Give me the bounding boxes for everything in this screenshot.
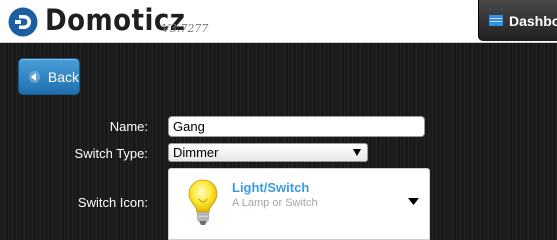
- lightbulb-icon: [188, 179, 218, 225]
- switch-type-value: Dimmer: [173, 145, 219, 160]
- switch-icon-select[interactable]: Light/Switch A Lamp or Switch: [168, 168, 430, 240]
- version-label: V3.7277: [162, 22, 209, 35]
- dashboard-label: Dashbo: [509, 12, 557, 29]
- dashboard-button[interactable]: Dashbo: [478, 0, 557, 41]
- back-button-label: Back: [47, 68, 79, 85]
- domoticz-logo-icon: [8, 7, 38, 37]
- app-header: Domoticz V3.7277 Dashbo: [0, 0, 557, 43]
- switch-icon-label: Switch Icon:: [77, 195, 148, 210]
- name-input[interactable]: [168, 116, 425, 137]
- dashboard-icon: [489, 15, 503, 26]
- switch-type-label: Switch Type:: [74, 146, 148, 161]
- name-label: Name:: [109, 119, 148, 134]
- switch-type-select[interactable]: Dimmer: [168, 143, 368, 162]
- switch-icon-description: A Lamp or Switch: [232, 197, 318, 209]
- back-arrow-icon: [29, 70, 40, 83]
- back-button[interactable]: Back: [18, 58, 80, 95]
- chevron-down-icon: [353, 149, 361, 156]
- chevron-down-icon: [408, 198, 419, 205]
- switch-icon-title: Light/Switch: [232, 180, 310, 195]
